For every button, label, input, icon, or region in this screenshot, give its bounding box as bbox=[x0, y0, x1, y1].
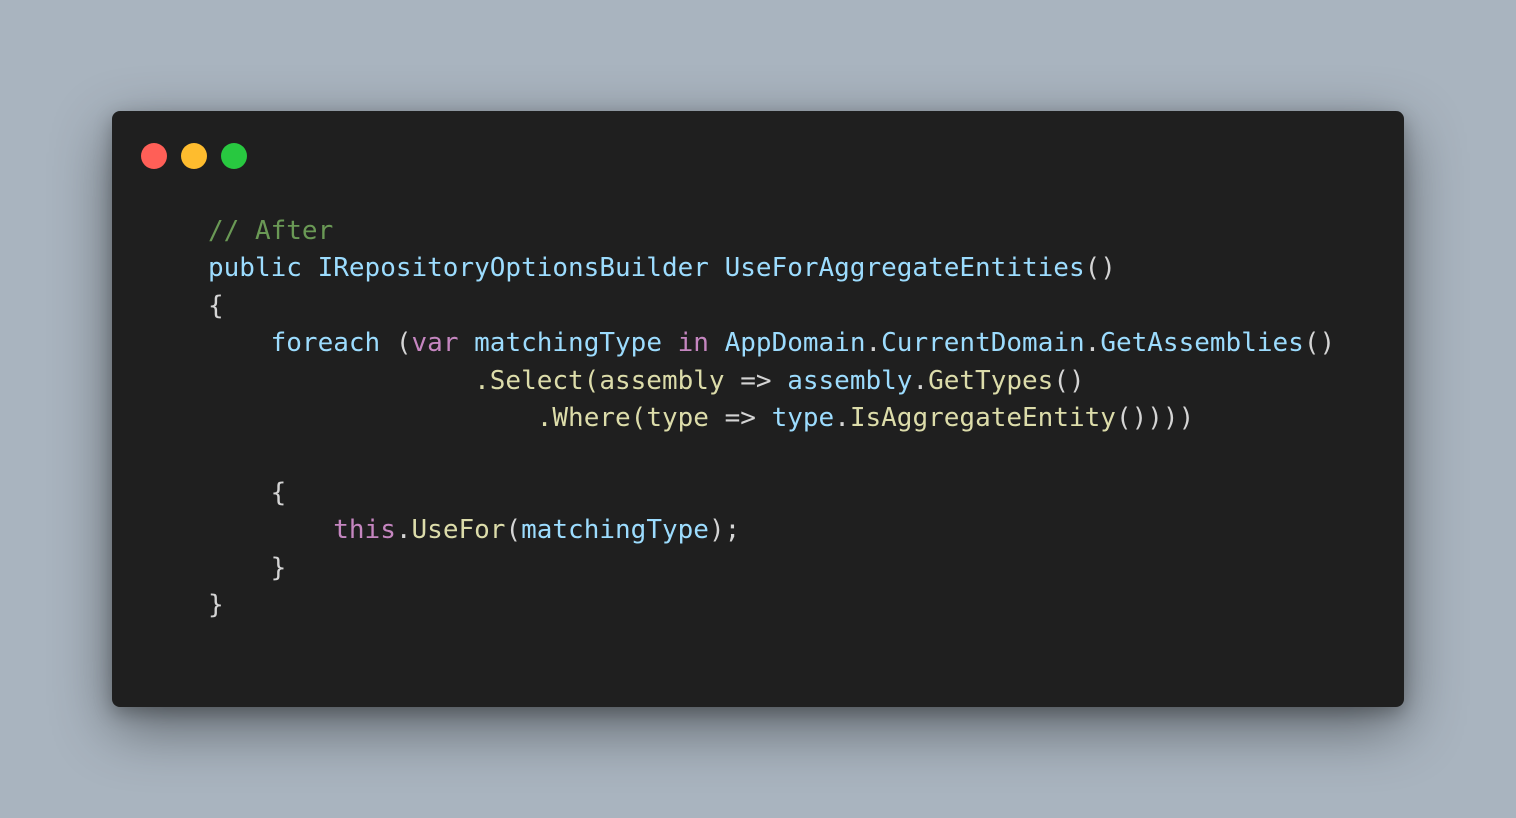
code-token: . bbox=[1084, 328, 1101, 359]
code-token: foreach bbox=[270, 328, 381, 359]
code-token: () bbox=[1303, 328, 1336, 359]
code-line: { bbox=[208, 288, 1335, 325]
code-token: public bbox=[208, 253, 302, 284]
code-token: this bbox=[333, 515, 396, 546]
code-token: () bbox=[1053, 365, 1085, 396]
code-token: var bbox=[411, 328, 459, 359]
code-token: CurrentDomain bbox=[881, 328, 1085, 359]
code-token: UseForAggregateEntities bbox=[724, 253, 1085, 284]
code-token: type bbox=[646, 402, 709, 433]
code-token: } bbox=[208, 552, 287, 583]
code-token: { bbox=[208, 477, 287, 508]
code-line: foreach (var matchingType in AppDomain.C… bbox=[208, 325, 1336, 362]
code-block: // After public IRepositoryOptionsBuilder… bbox=[208, 213, 1335, 624]
code-token: ); bbox=[708, 515, 741, 546]
code-token: matchingType bbox=[474, 328, 662, 359]
code-token: => bbox=[724, 365, 788, 396]
code-token: assembly bbox=[787, 365, 913, 396]
code-line: .Select(assembly => assembly.GetTypes() bbox=[208, 363, 1335, 400]
code-token: .Where( bbox=[536, 402, 647, 433]
code-token: => bbox=[708, 402, 772, 433]
code-line: } bbox=[208, 587, 1335, 624]
code-token: AppDomain bbox=[724, 328, 866, 359]
code-token: matchingType bbox=[521, 515, 709, 546]
code-window: // After public IRepositoryOptionsBuilder… bbox=[112, 111, 1404, 707]
code-token: IRepositoryOptionsBuilder bbox=[317, 253, 709, 284]
minimize-dot-icon[interactable] bbox=[181, 143, 207, 169]
code-token: ( bbox=[505, 515, 522, 546]
code-token: UseFor bbox=[411, 515, 506, 546]
code-line: public IRepositoryOptionsBuilder UseForA… bbox=[208, 250, 1335, 287]
code-token: . bbox=[395, 515, 412, 546]
code-token: ( bbox=[380, 328, 412, 359]
code-token: . bbox=[834, 402, 850, 433]
code-token: { bbox=[208, 290, 224, 321]
code-line: // After bbox=[208, 213, 1335, 250]
code-token: GetAssemblies bbox=[1100, 328, 1304, 359]
code-token: . bbox=[912, 365, 929, 396]
code-line: { bbox=[208, 475, 1335, 512]
code-token: assembly bbox=[599, 365, 725, 396]
code-token: // After bbox=[208, 216, 334, 246]
code-token: in bbox=[677, 328, 709, 359]
code-token: . bbox=[865, 328, 882, 359]
code-token: () bbox=[1084, 253, 1116, 284]
code-token: } bbox=[208, 589, 224, 620]
code-token: type bbox=[771, 402, 835, 433]
code-line: .Where(type => type.IsAggregateEntity())… bbox=[208, 400, 1335, 437]
maximize-dot-icon[interactable] bbox=[221, 143, 247, 169]
close-dot-icon[interactable] bbox=[141, 143, 167, 169]
code-line: this.UseFor(matchingType); bbox=[208, 512, 1335, 549]
code-token: ()))) bbox=[1115, 402, 1195, 433]
code-token: IsAggregateEntity bbox=[849, 402, 1116, 433]
code-token: .Select( bbox=[474, 365, 600, 396]
code-line: } bbox=[208, 550, 1335, 587]
code-token: GetTypes bbox=[928, 365, 1054, 396]
window-controls bbox=[141, 143, 247, 169]
